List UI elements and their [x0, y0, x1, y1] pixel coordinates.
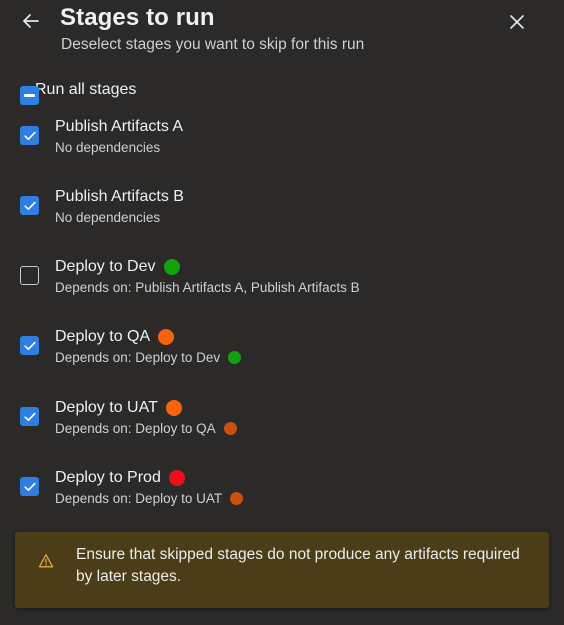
stage-dependencies-label: Depends on: Deploy to Dev	[55, 350, 221, 365]
stage-dependencies-label: Depends on: Deploy to QA	[55, 421, 216, 436]
stage-dependencies-label: Depends on: Publish Artifacts A, Publish…	[55, 280, 360, 295]
stage-name: Publish Artifacts A	[55, 118, 183, 136]
stage-dependencies: Depends on: Publish Artifacts A, Publish…	[55, 280, 360, 295]
warning-text: Ensure that skipped stages do not produc…	[76, 546, 520, 585]
dependency-status-dot	[223, 422, 237, 435]
stage-checkbox[interactable]	[20, 266, 39, 285]
stage-dependencies: Depends on: Deploy to UAT	[55, 491, 244, 506]
page-subtitle: Deselect stages you want to skip for thi…	[61, 36, 365, 53]
page-title: Stages to run	[60, 4, 215, 31]
stage-name: Deploy to Dev	[55, 258, 180, 276]
stage-name-label: Deploy to Prod	[55, 469, 161, 486]
stage-checkbox[interactable]	[20, 126, 39, 145]
checkmark-icon	[23, 201, 36, 210]
stage-status-dot	[168, 470, 185, 486]
stage-dependencies: Depends on: Deploy to QA	[55, 421, 237, 436]
stage-row: Publish Artifacts A No dependencies	[20, 118, 540, 166]
stage-checkbox[interactable]	[20, 336, 39, 355]
close-icon	[510, 15, 524, 29]
warning-banner: Ensure that skipped stages do not produc…	[15, 532, 549, 608]
checkmark-icon	[23, 412, 36, 421]
close-button[interactable]	[505, 10, 529, 34]
stage-dependencies-label: No dependencies	[55, 210, 161, 225]
stage-checkbox[interactable]	[20, 407, 39, 426]
run-all-label: Run all stages	[35, 81, 137, 98]
stage-checkbox[interactable]	[20, 477, 39, 496]
stage-dependencies: No dependencies	[55, 140, 160, 155]
run-all-stages-row: Run all stages	[20, 78, 137, 105]
stage-row: Deploy to UAT Depends on: Deploy to QA	[20, 399, 540, 447]
stage-name-label: Publish Artifacts A	[55, 118, 184, 135]
checkmark-icon	[23, 482, 36, 491]
warning-icon	[38, 554, 54, 568]
stage-dependencies: No dependencies	[55, 210, 160, 225]
dependency-status-dot	[230, 492, 244, 505]
stage-name-label: Deploy to Dev	[55, 258, 156, 275]
stage-row: Deploy to QA Depends on: Deploy to Dev	[20, 328, 540, 376]
stage-status-dot	[165, 400, 182, 416]
run-all-checkbox[interactable]	[20, 86, 39, 105]
stage-row: Deploy to Prod Depends on: Deploy to UAT	[20, 469, 540, 517]
stage-name-label: Deploy to QA	[55, 328, 151, 345]
stage-row: Publish Artifacts B No dependencies	[20, 188, 540, 236]
checkmark-icon	[23, 131, 36, 140]
stage-name-label: Deploy to UAT	[55, 399, 158, 416]
stage-name-label: Publish Artifacts B	[55, 188, 184, 205]
stage-status-dot	[158, 329, 175, 345]
stage-dependencies-label: No dependencies	[55, 140, 161, 155]
indeterminate-icon	[24, 94, 35, 97]
stage-checkbox[interactable]	[20, 196, 39, 215]
panel-header: Stages to run Deselect stages you want t…	[0, 0, 564, 60]
arrow-left-icon	[23, 14, 39, 28]
stage-name: Deploy to UAT	[55, 399, 182, 417]
stage-status-dot	[163, 259, 180, 275]
back-button[interactable]	[18, 8, 44, 34]
stage-dependencies: Depends on: Deploy to Dev	[55, 350, 242, 365]
stage-row: Deploy to Dev Depends on: Publish Artifac…	[20, 258, 540, 306]
stage-dependencies-label: Depends on: Deploy to UAT	[55, 491, 223, 506]
dependency-status-dot	[228, 351, 242, 364]
stage-name: Deploy to QA	[55, 328, 175, 346]
stage-name: Deploy to Prod	[55, 469, 185, 487]
checkmark-icon	[23, 341, 36, 350]
stage-name: Publish Artifacts B	[55, 188, 184, 206]
